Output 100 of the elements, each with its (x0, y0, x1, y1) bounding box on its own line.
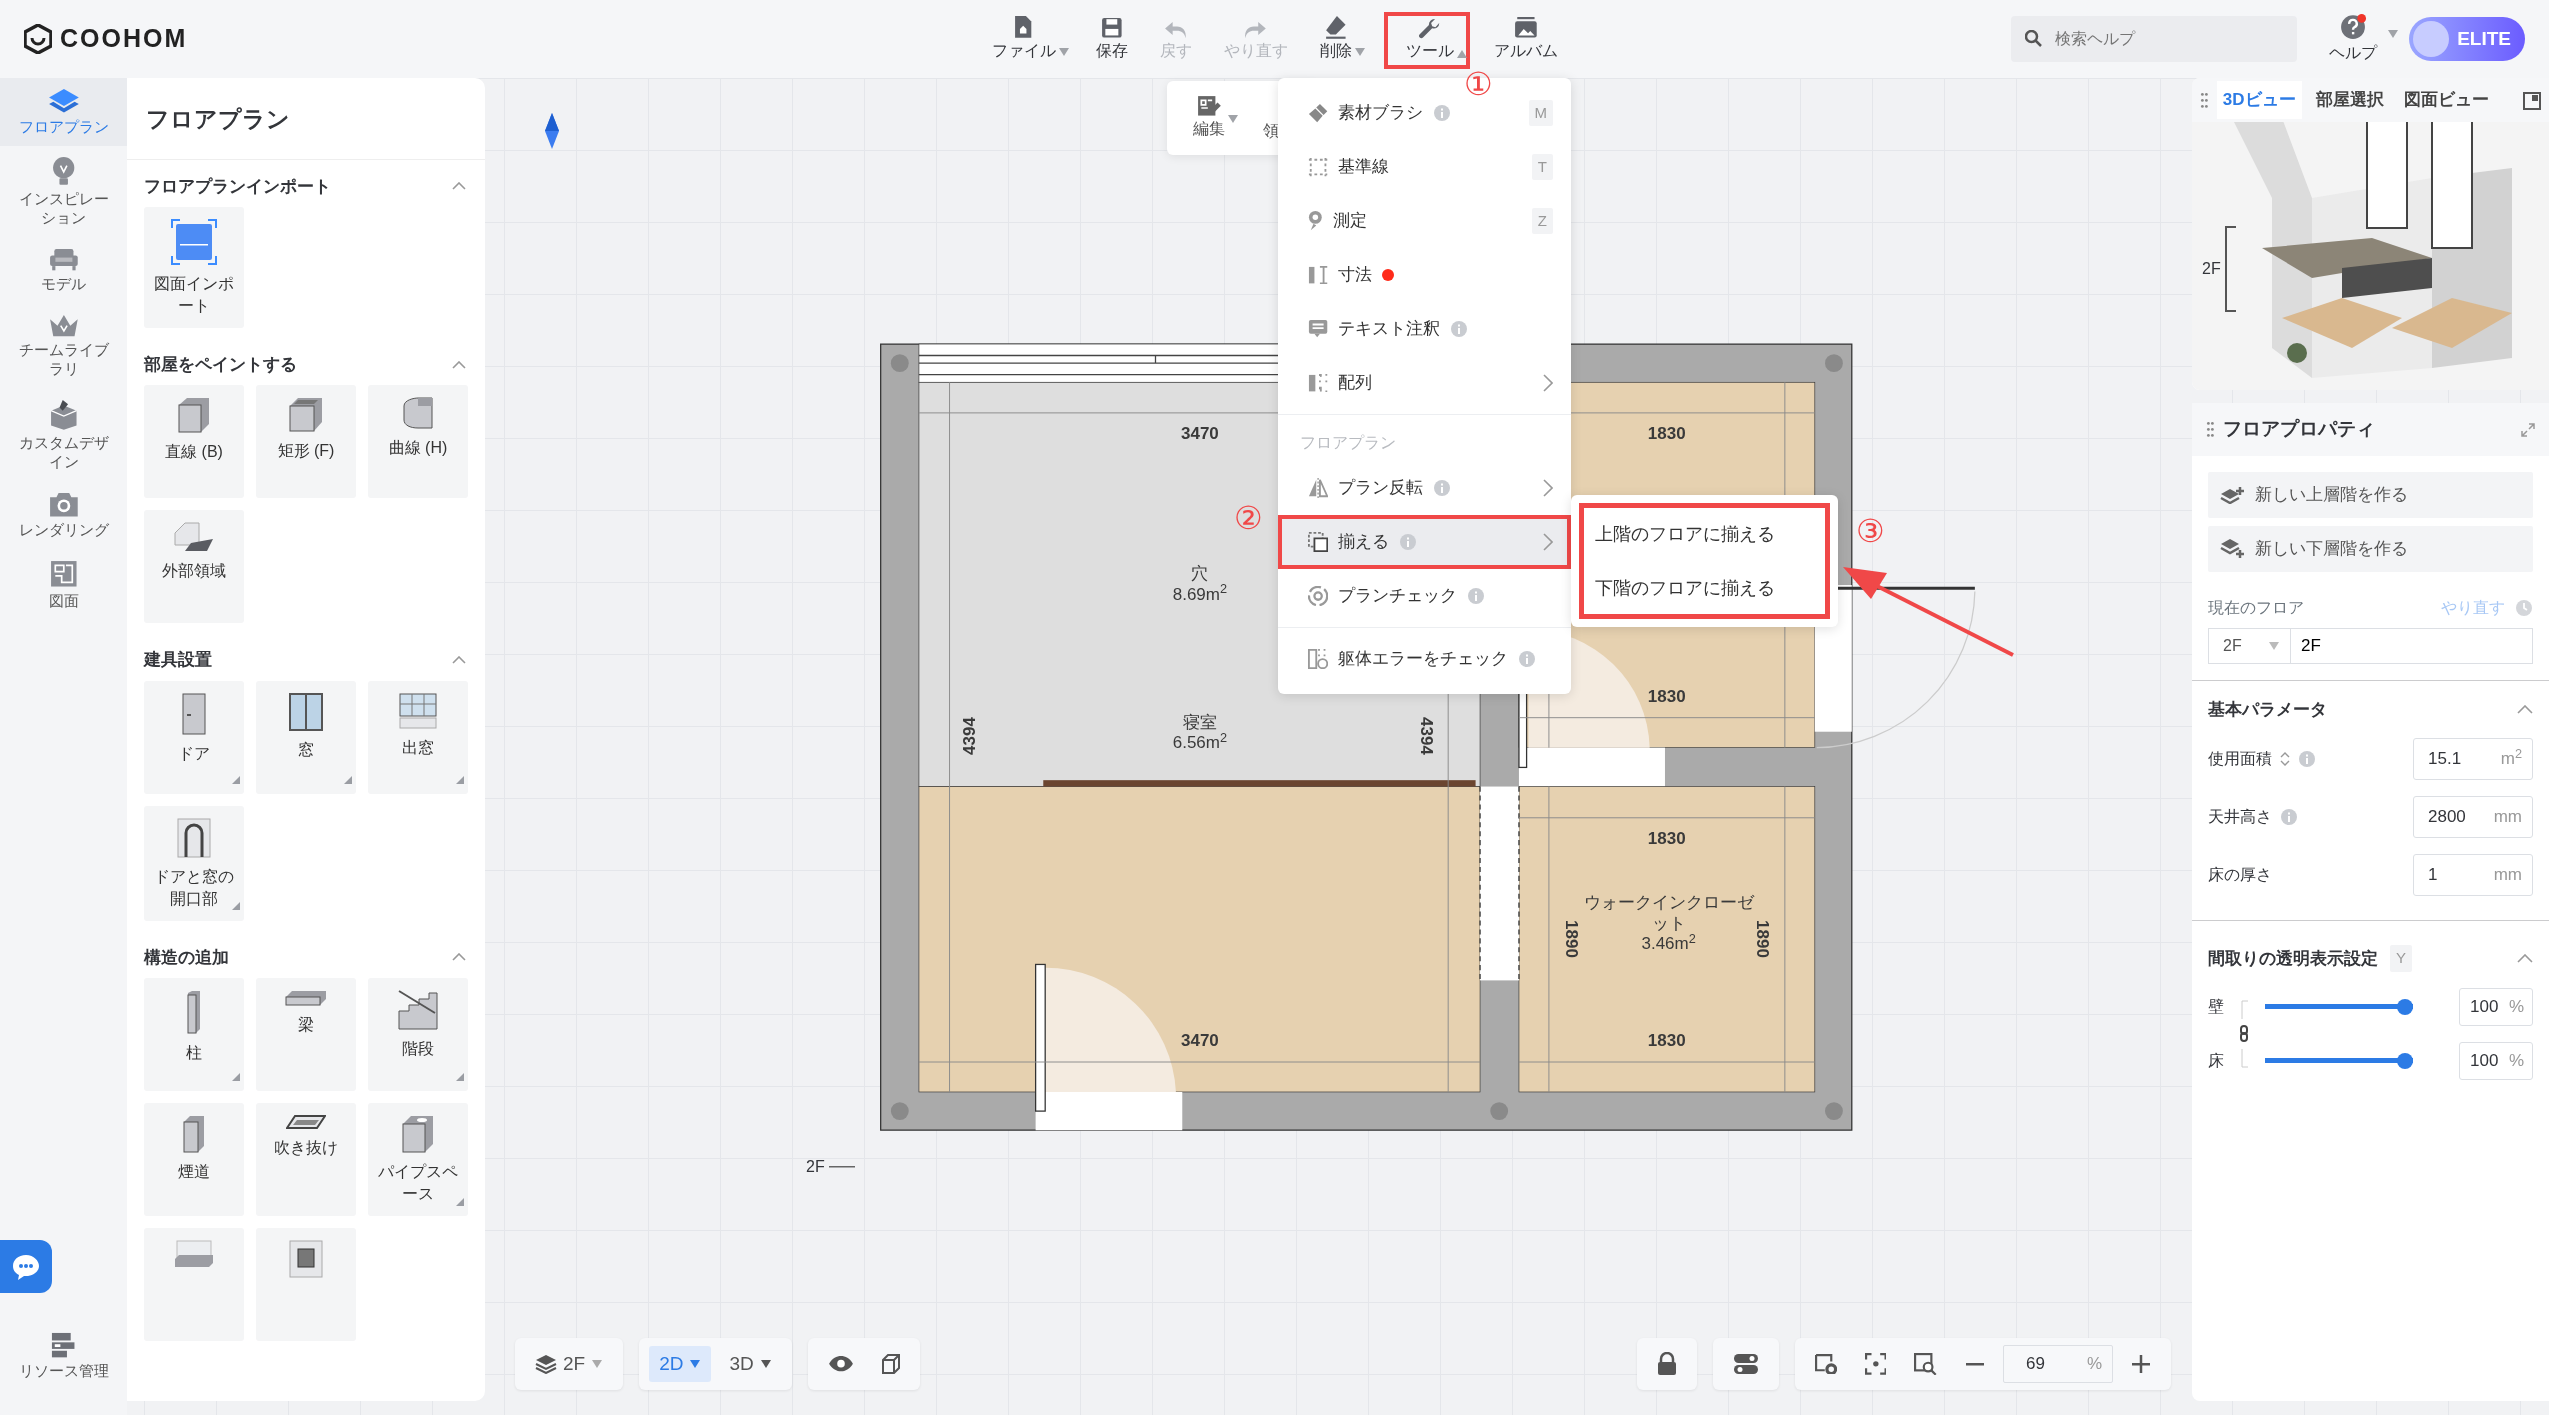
box-icon (49, 398, 78, 431)
input-field[interactable]: 100 % (2459, 987, 2533, 1026)
tool-tile[interactable]: パイプスペース (368, 1103, 468, 1217)
collapse-icon[interactable] (2517, 953, 2533, 963)
toolbar-button[interactable]: ツール (1383, 11, 1470, 69)
tool-tile[interactable]: 出窓 (368, 680, 468, 794)
tool-icon (1308, 265, 1329, 285)
tool-tile[interactable]: 階段 (368, 978, 468, 1092)
shortcut-key: Y (2390, 945, 2412, 972)
section-title: 建具設置 (144, 649, 212, 672)
rail-item[interactable]: カスタムデザイン (0, 388, 127, 482)
room-label: 寝室 6.56m$^{2}$ (1171, 712, 1229, 754)
rail-item[interactable]: インスピレーション (0, 146, 127, 238)
input-field[interactable]: 1 mm (2413, 854, 2533, 896)
tile-icon (289, 397, 323, 433)
menu-item[interactable]: 配列 (1278, 356, 1571, 410)
toolbar-button[interactable]: 削除 (1311, 9, 1368, 69)
menu-item[interactable]: 躯体エラーをチェック (1278, 632, 1571, 686)
toolbar-button[interactable]: 保存 (1087, 11, 1136, 69)
menu-item[interactable]: 測定 Z (1278, 194, 1571, 248)
tile-icon (402, 1115, 434, 1154)
floor-label: 2F (806, 1157, 825, 1177)
sofa-icon (48, 247, 79, 271)
tool-tile[interactable]: 窓 (256, 680, 356, 794)
toolbar-button[interactable]: アルバム (1485, 11, 1566, 69)
view-mode-tab[interactable]: 3D (719, 1345, 782, 1383)
collapse-icon[interactable] (452, 656, 466, 665)
tool-tile[interactable]: 吹き抜け (256, 1103, 356, 1217)
rail-item[interactable]: チームライブラリ (0, 303, 127, 389)
tool-tile[interactable]: 曲線 (H) (368, 385, 468, 499)
toolbar-button[interactable]: ファイル (983, 9, 1072, 69)
floor-name-field[interactable]: 2F (2291, 627, 2533, 664)
dimension-label: 1830 (1647, 1030, 1686, 1053)
tool-tile[interactable]: ドア (144, 680, 244, 794)
tool-icon (1308, 373, 1329, 393)
section-title: フロアプランインポート (144, 175, 331, 198)
collapse-icon[interactable] (452, 182, 466, 191)
input-field[interactable]: 2800 mm (2413, 796, 2533, 838)
tool-icon (1308, 648, 1329, 670)
step-marker: ② (1234, 502, 1263, 534)
collapse-icon[interactable] (452, 360, 466, 369)
floor-select[interactable]: 2F (2208, 627, 2291, 664)
tool-icon (1308, 585, 1329, 607)
tool-tile[interactable]: 梁 (256, 978, 356, 1092)
menu-item[interactable]: 基準線 T (1278, 140, 1571, 194)
field-label: 床の厚さ (2208, 865, 2272, 885)
zoom-field[interactable]: 69 % (2003, 1345, 2113, 1383)
help-button[interactable]: ヘルプ (2321, 7, 2386, 71)
search-field[interactable]: 検索ヘルプ (2011, 16, 2298, 62)
create-floor-button[interactable]: 新しい下層階を作る (2208, 525, 2533, 572)
tool-tile[interactable]: 煙道 (144, 1103, 244, 1217)
menu-item[interactable]: 上階のフロアに揃える (1579, 507, 1830, 561)
tool-tile[interactable]: ドアと窓の開口部 (144, 805, 244, 921)
create-floor-button[interactable]: 新しい上層階を作る (2208, 471, 2533, 518)
input-field[interactable]: 15.1 m$^{2}$ (2413, 738, 2533, 780)
layers-plus-icon (2220, 538, 2245, 559)
rail-item[interactable]: モデル (0, 237, 127, 304)
menu-item[interactable]: 揃える (1278, 515, 1571, 569)
chat-icon (11, 1252, 41, 1281)
view-tab[interactable]: 部屋選択 (2309, 81, 2390, 119)
tile-icon (178, 397, 210, 434)
column-marker (890, 354, 909, 373)
tile-icon (183, 1115, 205, 1154)
menu-item[interactable]: 下階のフロアに揃える (1579, 561, 1830, 615)
rail-item[interactable]: 図面 (0, 550, 127, 621)
menu-item[interactable]: プランチェック (1278, 569, 1571, 623)
link-icon[interactable] (2240, 999, 2249, 1068)
chat-button[interactable] (0, 1240, 52, 1293)
panel-title: フロアプロパティ (2222, 417, 2375, 441)
tool-tile[interactable]: 矩形 (F) (256, 385, 356, 499)
view-tab[interactable]: 図面ビュー (2397, 81, 2495, 119)
expand-icon (2521, 423, 2535, 437)
view-tab[interactable]: 3Dビュー (2216, 81, 2302, 119)
input-field[interactable]: 100 % (2459, 1041, 2533, 1080)
slider-thumb[interactable] (2397, 998, 2413, 1015)
tool-tile[interactable] (144, 1228, 244, 1342)
tool-tile[interactable]: 外部領域 (144, 510, 244, 624)
menu-item[interactable]: プラン反転 (1278, 461, 1571, 515)
edit-button[interactable]: 編集 (1187, 94, 1239, 142)
slider-label: 床 (2208, 1050, 2224, 1071)
step-marker: ③ (1856, 515, 1885, 547)
file-icon (1014, 15, 1033, 39)
collapse-icon[interactable] (452, 953, 466, 962)
rail-item[interactable]: リソース管理 (0, 1321, 127, 1391)
menu-item[interactable]: 寸法 (1278, 248, 1571, 302)
section-title: 構造の追加 (144, 946, 229, 969)
step-marker: ① (1464, 68, 1493, 100)
rail-item[interactable]: レンダリング (0, 481, 127, 551)
tool-tile[interactable]: 直線 (B) (144, 385, 244, 499)
logo-icon (24, 24, 52, 54)
tool-tile[interactable]: 図面インポート (144, 207, 244, 328)
menu-item[interactable]: テキスト注釈 (1278, 302, 1571, 356)
tile-icon (174, 1240, 214, 1269)
tool-tile[interactable]: 柱 (144, 978, 244, 1092)
tool-tile[interactable] (256, 1228, 356, 1342)
section-title: 基本パラメータ (2208, 698, 2327, 721)
bracket-icon (2224, 226, 2237, 312)
rail-item[interactable]: フロアプラン (0, 78, 127, 147)
collapse-icon[interactable] (2517, 704, 2533, 714)
slider-thumb[interactable] (2397, 1052, 2413, 1069)
